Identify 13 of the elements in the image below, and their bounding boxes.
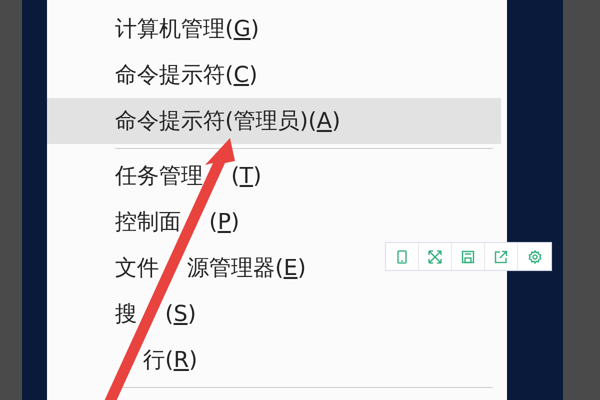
menu-item[interactable]: 命令提示符(管理员)(A): [47, 98, 501, 144]
menu-item[interactable]: 任务管理 (T): [47, 153, 270, 199]
menu-item[interactable]: 计算机管理(G): [47, 6, 268, 52]
menu-item[interactable]: 文件 源管理器(E): [47, 245, 314, 291]
tablet-icon: [395, 250, 409, 264]
expand-icon: [428, 250, 442, 264]
settings-icon: [528, 250, 542, 264]
menu-item[interactable]: 控制面 (P): [47, 199, 248, 245]
menu-item[interactable]: 搜 (S): [47, 291, 204, 337]
menu-item[interactable]: 命令提示符(C): [47, 52, 266, 98]
share-icon: [494, 250, 508, 264]
menu-item[interactable]: 行(R): [47, 337, 206, 383]
save-icon: [461, 250, 475, 264]
